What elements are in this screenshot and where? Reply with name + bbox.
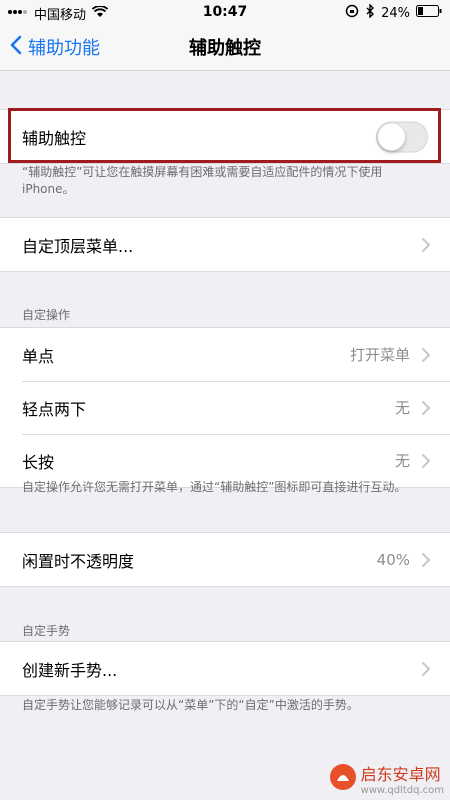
- create-gesture-label: 创建新手势...: [22, 660, 118, 680]
- battery-percent: 24%: [381, 5, 410, 21]
- customize-menu-label: 自定顶层菜单...: [22, 236, 134, 256]
- chevron-right-icon: [422, 237, 431, 252]
- double-tap-value: 无: [394, 399, 410, 417]
- idle-opacity-value: 40%: [376, 550, 410, 569]
- assistive-touch-description: “辅助触控”可让您在触摸屏幕有困难或需要自适应配件的情况下使用 iPhone。: [22, 165, 383, 196]
- watermark-logo-icon: [329, 763, 357, 795]
- custom-actions-header: 自定操作: [22, 308, 71, 322]
- customize-menu-row[interactable]: 自定顶层菜单...: [0, 218, 450, 271]
- assistive-touch-row: 辅助触控: [0, 110, 450, 163]
- long-press-label: 长按: [22, 452, 55, 472]
- chevron-right-icon: [422, 400, 431, 415]
- page-title: 辅助触控: [189, 38, 261, 59]
- custom-actions-group: 单点 打开菜单 轻点两下 无 长按 无: [0, 327, 450, 488]
- single-tap-value: 打开菜单: [349, 346, 410, 364]
- assistive-touch-group: 辅助触控: [0, 109, 450, 164]
- toggle-knob: [378, 123, 405, 150]
- single-tap-label: 单点: [22, 346, 55, 366]
- custom-gestures-header: 自定手势: [22, 624, 71, 638]
- chevron-right-icon: [422, 347, 431, 362]
- chevron-right-icon: [422, 552, 431, 567]
- assistive-touch-label: 辅助触控: [22, 128, 87, 148]
- assistive-touch-toggle[interactable]: [376, 121, 428, 152]
- chevron-right-icon: [422, 661, 431, 676]
- watermark-name: 启东安卓网: [360, 765, 441, 784]
- single-tap-row[interactable]: 单点 打开菜单: [0, 328, 450, 381]
- double-tap-row[interactable]: 轻点两下 无: [0, 381, 450, 434]
- chevron-right-icon: [422, 453, 431, 468]
- watermark: 启东安卓网 www.qdltdq.com: [329, 761, 444, 796]
- bluetooth-icon: [365, 3, 375, 22]
- custom-gestures-footer: 自定手势让您能够记录可以从“菜单”下的“自定”中激活的手势。: [22, 698, 359, 712]
- status-bar: 中国移动 10:47 24%: [0, 0, 450, 24]
- custom-actions-footer: 自定操作允许您无需打开菜单，通过“辅助触控”图标即可直接进行互动。: [22, 480, 407, 494]
- idle-opacity-group: 闲置时不透明度 40%: [0, 532, 450, 587]
- watermark-url: www.qdltdq.com: [360, 785, 444, 796]
- battery-icon: [416, 5, 442, 21]
- idle-opacity-row[interactable]: 闲置时不透明度 40%: [0, 533, 450, 586]
- double-tap-label: 轻点两下: [22, 399, 87, 419]
- orientation-lock-icon: [345, 4, 359, 22]
- nav-bar: 辅助功能 辅助触控: [0, 24, 450, 71]
- long-press-value: 无: [394, 452, 410, 470]
- idle-opacity-label: 闲置时不透明度: [22, 551, 135, 571]
- create-gesture-row[interactable]: 创建新手势...: [0, 642, 450, 695]
- custom-gestures-group: 创建新手势...: [0, 641, 450, 696]
- customize-menu-group: 自定顶层菜单...: [0, 217, 450, 272]
